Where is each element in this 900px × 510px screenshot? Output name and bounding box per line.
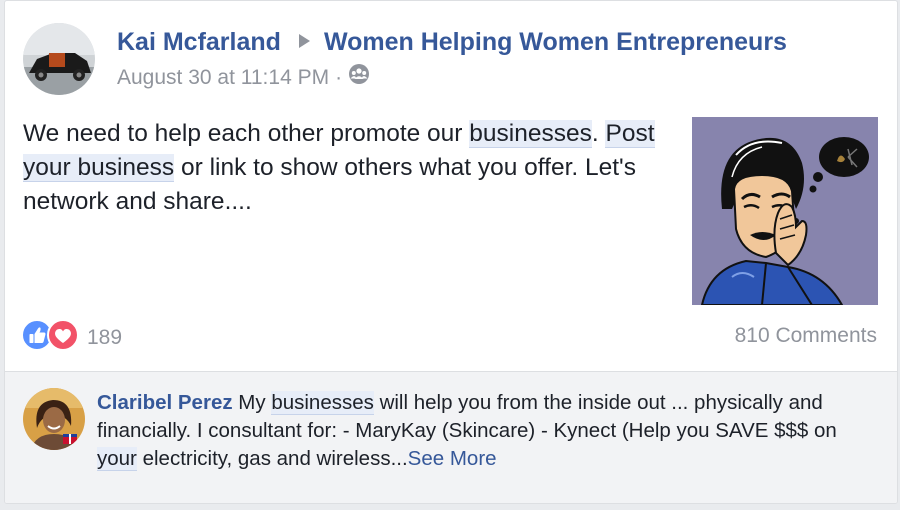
- group-audience-icon[interactable]: [348, 63, 370, 93]
- author-name-link[interactable]: Kai Mcfarland: [117, 28, 281, 56]
- post-timestamp[interactable]: August 30 at 11:14 PM: [117, 64, 329, 92]
- love-icon: [47, 319, 79, 356]
- comments-count-link[interactable]: 810 Comments: [735, 324, 877, 348]
- shared-to-arrow-icon: [298, 34, 310, 48]
- post-card: Kai Mcfarland Women Helping Women Entrepr…: [4, 0, 898, 504]
- meta-separator: ·: [335, 66, 343, 89]
- commenter-name-link[interactable]: Claribel Perez: [97, 391, 233, 414]
- group-name-link[interactable]: Women Helping Women Entrepreneurs: [324, 28, 787, 56]
- hashtag-highlight[interactable]: your: [97, 447, 137, 471]
- post-image[interactable]: [692, 117, 878, 305]
- commenter-avatar[interactable]: [23, 388, 85, 450]
- author-avatar[interactable]: [23, 23, 95, 95]
- comment-text: Claribel Perez My businesses will help y…: [97, 391, 837, 471]
- comment-section: Claribel Perez My businesses will help y…: [5, 371, 897, 503]
- hashtag-highlight[interactable]: businesses: [469, 120, 592, 148]
- hashtag-highlight[interactable]: businesses: [271, 391, 374, 415]
- post-body-text: We need to help each other promote our b…: [23, 120, 655, 215]
- reactions-summary[interactable]: 189: [21, 319, 122, 356]
- reaction-count[interactable]: 189: [87, 326, 122, 350]
- see-more-link[interactable]: See More: [408, 447, 497, 470]
- post-header: Kai Mcfarland Women Helping Women Entrepr…: [117, 27, 787, 57]
- post-meta: August 30 at 11:14 PM ·: [117, 63, 370, 93]
